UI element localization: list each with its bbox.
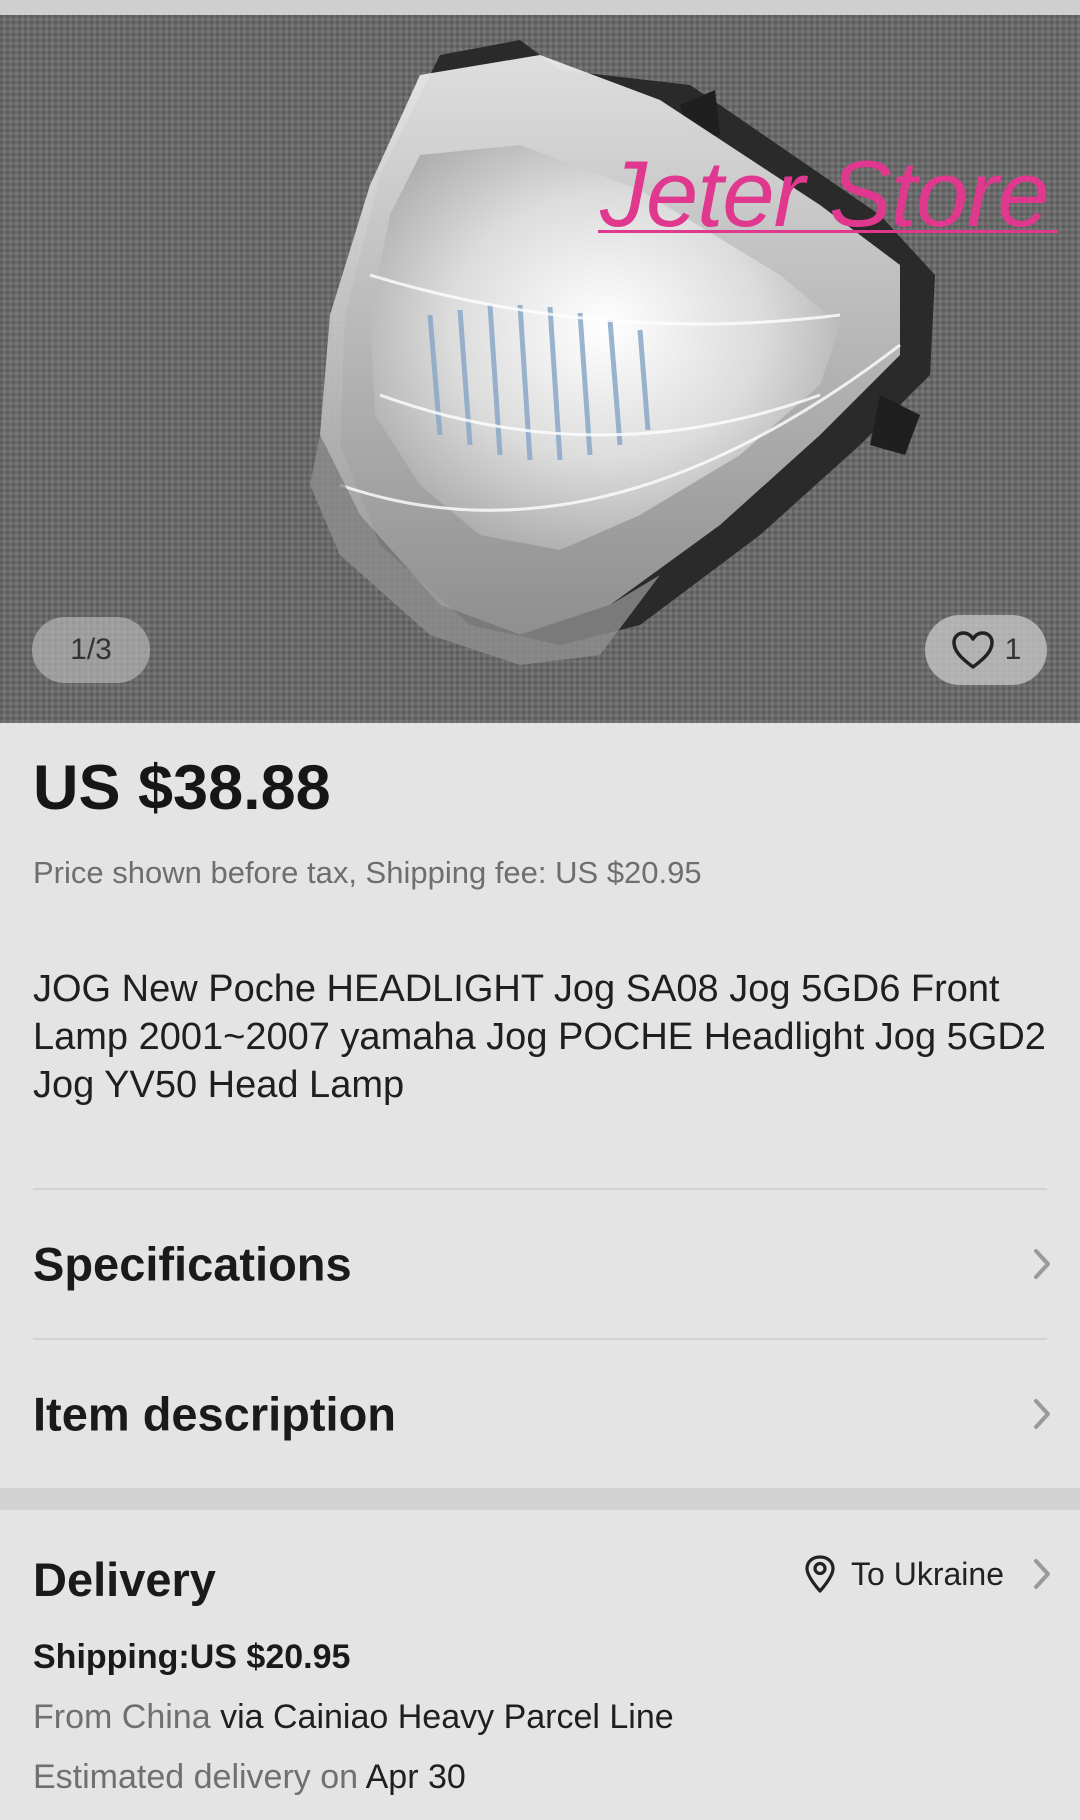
origin-country: China [121, 1698, 211, 1736]
from-prefix: From [33, 1698, 113, 1736]
delivery-destination-selector[interactable]: To Ukraine [803, 1554, 1052, 1594]
image-counter-text: 1/3 [70, 633, 112, 666]
destination-text: To Ukraine [851, 1555, 1004, 1592]
heart-icon [951, 631, 994, 669]
map-pin-icon [805, 1555, 835, 1593]
chevron-right-icon [1034, 1399, 1050, 1429]
item-description-label: Item description [33, 1387, 397, 1441]
shipping-origin: From China via Cainiao Heavy Parcel Line [33, 1698, 674, 1737]
carrier-name: Cainiao Heavy Parcel Line [273, 1698, 674, 1736]
delivery-heading: Delivery [33, 1553, 216, 1606]
chevron-right-icon [1034, 1249, 1050, 1279]
eta-prefix: Estimated delivery on [33, 1758, 359, 1796]
eta-date: Apr 30 [365, 1758, 466, 1796]
product-price: US $38.88 [33, 753, 331, 823]
product-title: JOG New Poche HEADLIGHT Jog SA08 Jog 5GD… [33, 968, 1046, 1106]
favorite-button[interactable]: 1 [925, 615, 1047, 685]
shipping-cost: Shipping:US $20.95 [33, 1638, 351, 1676]
product-photo-headlight [0, 15, 1080, 723]
price-note: Price shown before tax, Shipping fee: US… [33, 855, 702, 890]
specifications-row[interactable]: Specifications [0, 1190, 1080, 1338]
watermark-underline [598, 230, 1058, 233]
favorites-count: 1 [1004, 633, 1022, 666]
chevron-right-icon [1034, 1559, 1050, 1589]
item-description-row[interactable]: Item description [0, 1340, 1080, 1488]
estimated-delivery: Estimated delivery on Apr 30 [33, 1758, 466, 1797]
product-image-gallery[interactable]: Jeter Store 1/3 1 [0, 15, 1080, 723]
specifications-label: Specifications [33, 1237, 352, 1291]
status-bar-strip [0, 0, 1080, 15]
image-counter-badge: 1/3 [32, 617, 150, 683]
via-prefix: via [220, 1698, 264, 1736]
section-separator [0, 1488, 1080, 1510]
